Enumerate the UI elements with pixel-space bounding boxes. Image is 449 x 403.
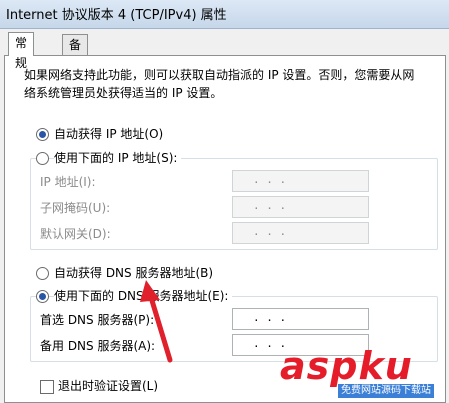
watermark: aspku 免费网站源码下载站 <box>274 344 444 402</box>
watermark-logo: aspku <box>280 344 413 388</box>
annotation-arrow <box>140 280 173 363</box>
tab-general[interactable]: 常规 <box>8 32 35 70</box>
watermark-tagline: 免费网站源码下载站 <box>338 384 434 398</box>
